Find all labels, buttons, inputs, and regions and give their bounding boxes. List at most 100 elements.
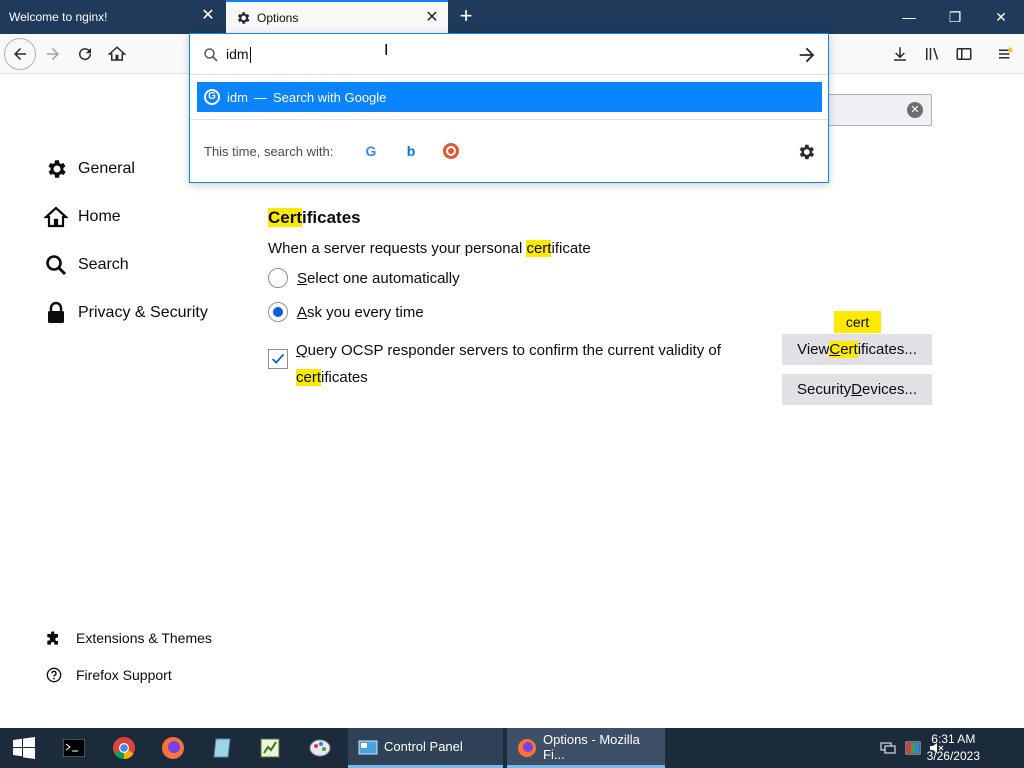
footer-link-label: Firefox Support	[76, 667, 172, 683]
help-icon	[46, 667, 62, 683]
firefox-icon[interactable]	[157, 732, 189, 764]
url-input-value: idm	[226, 46, 249, 62]
control-panel-icon	[358, 740, 378, 755]
search-settings-gear-icon[interactable]	[796, 142, 816, 162]
reload-button[interactable]	[70, 39, 100, 69]
sidebar-item-privacy-security[interactable]: Privacy & Security	[44, 301, 208, 325]
terminal-icon[interactable]	[58, 732, 90, 764]
accesskey: Q	[296, 342, 308, 359]
desc-text: ificate	[551, 240, 591, 257]
tab-options[interactable]: Options ✕	[226, 0, 448, 34]
button-text: ert	[840, 341, 858, 358]
section-title: Certificates	[268, 208, 361, 228]
close-window-button[interactable]: ✕	[978, 0, 1024, 34]
menu-button[interactable]	[990, 39, 1020, 69]
desc-text: When a server requests your personal	[268, 240, 527, 257]
new-tab-button[interactable]: +	[456, 5, 476, 27]
sidebar-toggle-button[interactable]	[949, 39, 979, 69]
radio-button[interactable]	[268, 302, 288, 322]
search-highlight: Cert	[829, 341, 858, 358]
google-engine-icon[interactable]: G	[362, 142, 380, 160]
clear-search-icon[interactable]: ✕	[907, 102, 923, 118]
radio-label: Ask you every time	[297, 304, 424, 321]
view-certificates-button[interactable]: View Cert ificates...	[782, 334, 932, 365]
back-button[interactable]	[4, 38, 36, 70]
network-icon[interactable]	[880, 740, 896, 756]
result-separator: —	[253, 89, 267, 105]
puzzle-icon	[47, 631, 58, 645]
close-tab-icon[interactable]: ✕	[424, 10, 440, 26]
restore-button[interactable]: ❐	[932, 0, 978, 34]
sidebar-item-general[interactable]: General	[44, 157, 135, 181]
search-highlight: Cert	[268, 208, 303, 227]
chrome-icon[interactable]	[108, 732, 140, 764]
divider	[190, 74, 828, 75]
sidebar-item-search[interactable]: Search	[44, 253, 129, 277]
radio-label-text: elect one automatically	[307, 269, 460, 287]
button-text: Security	[796, 381, 852, 398]
ocsp-checkbox[interactable]	[268, 349, 288, 369]
forward-button[interactable]	[38, 39, 68, 69]
ocsp-text: ificates	[321, 369, 368, 386]
download-icon	[894, 47, 906, 61]
sidebar-item-home[interactable]: Home	[44, 205, 121, 229]
ocsp-label: Query OCSP responder servers to confirm …	[296, 337, 746, 391]
search-match-tooltip: cert	[834, 311, 881, 333]
paint-icon[interactable]	[304, 732, 336, 764]
windows-start-button[interactable]	[8, 732, 40, 764]
accesskey: S	[297, 269, 308, 287]
radio-button[interactable]	[268, 268, 288, 288]
forward-arrow-icon	[47, 48, 59, 60]
search-suggestion-row[interactable]: G idm — Search with Google	[197, 82, 822, 112]
sidebar-item-label: Privacy & Security	[78, 304, 208, 321]
security-devices-button[interactable]: Security Devices...	[782, 374, 932, 405]
minimize-button[interactable]: —	[886, 0, 932, 34]
downloads-button[interactable]	[885, 39, 915, 69]
library-icon	[926, 47, 939, 60]
clock-time: 6:31 AM	[931, 732, 976, 746]
tab-label: Welcome to nginx!	[9, 10, 108, 24]
hamburger-menu-icon	[999, 46, 1014, 59]
firefox-support-link[interactable]: Firefox Support	[46, 667, 172, 683]
library-button[interactable]	[917, 39, 947, 69]
certificates-description: When a server requests your personal cer…	[268, 240, 591, 257]
duckduckgo-engine-icon[interactable]	[442, 142, 460, 160]
taskbar: Control Panel Options - Mozilla Fi... 6:…	[0, 728, 1024, 768]
home-button[interactable]	[102, 39, 132, 69]
close-tab-icon[interactable]: ✕	[200, 8, 216, 24]
notepad-icon[interactable]	[206, 732, 238, 764]
result-action: Search with Google	[272, 89, 387, 105]
text-caret	[249, 47, 251, 64]
taskbar-app-control-panel[interactable]: Control Panel	[348, 728, 503, 768]
back-arrow-icon	[14, 48, 26, 60]
text-cursor-icon: I	[384, 42, 389, 59]
button-text: evices...	[862, 381, 918, 398]
sidebar-icon	[956, 48, 972, 60]
display-color-icon[interactable]	[905, 740, 921, 756]
spreadsheet-icon[interactable]	[254, 732, 286, 764]
search-highlight: cert	[296, 369, 322, 386]
tab-welcome-nginx[interactable]: Welcome to nginx! ✕	[0, 0, 224, 34]
search-icon	[46, 255, 67, 276]
bing-engine-icon[interactable]: b	[402, 142, 420, 160]
ocsp-text: uery OCSP responder servers to confirm t…	[307, 342, 721, 359]
accesskey: A	[297, 303, 308, 321]
url-input[interactable]: idm	[226, 46, 251, 64]
sidebar-item-label: General	[78, 160, 135, 177]
options-search-input[interactable]: ✕	[820, 94, 932, 126]
divider	[190, 119, 828, 120]
taskbar-app-firefox-options[interactable]: Options - Mozilla Fi...	[507, 728, 665, 768]
sidebar-item-label: Home	[78, 208, 121, 225]
radio-select-automatically[interactable]: Select one automatically	[268, 268, 460, 288]
taskbar-app-label: Options - Mozilla Fi...	[543, 731, 640, 762]
button-text: ificates...	[857, 341, 917, 358]
home-icon	[108, 46, 126, 61]
reload-icon	[79, 48, 92, 61]
radio-label-text: sk you every time	[307, 303, 424, 321]
go-arrow-icon[interactable]	[796, 44, 818, 66]
radio-ask-every-time[interactable]: Ask you every time	[268, 302, 424, 322]
search-icon	[204, 48, 218, 62]
system-clock[interactable]: 6:31 AM 3/26/2023	[927, 731, 980, 765]
windows-logo-icon	[13, 737, 35, 759]
extensions-themes-link[interactable]: Extensions & Themes	[46, 630, 212, 646]
